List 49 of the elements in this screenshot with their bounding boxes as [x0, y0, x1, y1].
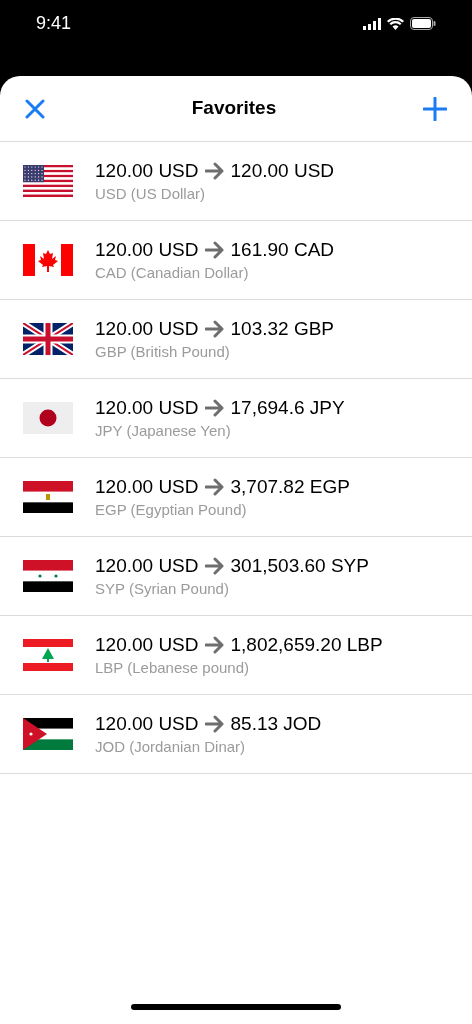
amount-text: 120.00 USD [95, 395, 199, 420]
amount-text: 120.00 USD [95, 553, 199, 578]
add-button[interactable] [422, 95, 448, 122]
currency-name: JOD (Jordanian Dinar) [95, 736, 247, 757]
close-icon [25, 98, 45, 119]
converted-text: 103.32 GBP [230, 316, 335, 341]
wifi-icon [387, 17, 404, 30]
converted-text: 3,707.82 EGP [230, 474, 350, 499]
currency-name: JPY (Japanese Yen) [95, 420, 232, 441]
amount-text: 120.00 USD [95, 237, 199, 262]
currency-name: CAD (Canadian Dollar) [95, 262, 250, 283]
battery-icon [410, 17, 436, 30]
flag-icon [23, 639, 73, 671]
screen-title: Favorites [191, 96, 277, 121]
amount-text: 120.00 USD [95, 474, 199, 499]
flag-icon [23, 244, 73, 276]
arrow-right-icon [204, 635, 225, 654]
arrow-right-icon [204, 240, 225, 259]
arrow-right-icon [204, 714, 225, 733]
converted-text: 17,694.6 JPY [230, 395, 345, 420]
flag-icon [23, 718, 73, 750]
converted-text: 85.13 JOD [230, 711, 322, 736]
flag-icon [23, 165, 73, 197]
status-time: 9:41 [36, 12, 72, 35]
flag-icon [23, 560, 73, 592]
arrow-right-icon [204, 319, 225, 338]
amount-text: 120.00 USD [95, 158, 199, 183]
currency-name: EGP (Egyptian Pound) [95, 499, 248, 520]
flag-icon [23, 402, 73, 434]
currency-name: LBP (Lebanese pound) [95, 657, 250, 678]
signal-icon [363, 17, 381, 30]
amount-text: 120.00 USD [95, 632, 199, 657]
arrow-right-icon [204, 477, 225, 496]
flag-icon [23, 323, 73, 355]
amount-text: 120.00 USD [95, 316, 199, 341]
converted-text: 161.90 CAD [230, 237, 335, 262]
amount-text: 120.00 USD [95, 711, 199, 736]
currency-name: USD (US Dollar) [95, 183, 206, 204]
converted-text: 301,503.60 SYP [230, 553, 369, 578]
arrow-right-icon [204, 161, 225, 180]
currency-name: SYP (Syrian Pound) [95, 578, 230, 599]
close-button[interactable] [24, 97, 46, 120]
currency-name: GBP (British Pound) [95, 341, 231, 362]
converted-text: 1,802,659.20 LBP [230, 632, 383, 657]
converted-text: 120.00 USD [230, 158, 335, 183]
arrow-right-icon [204, 556, 225, 575]
flag-icon [23, 481, 73, 513]
arrow-right-icon [204, 398, 225, 417]
add-icon [423, 96, 447, 121]
